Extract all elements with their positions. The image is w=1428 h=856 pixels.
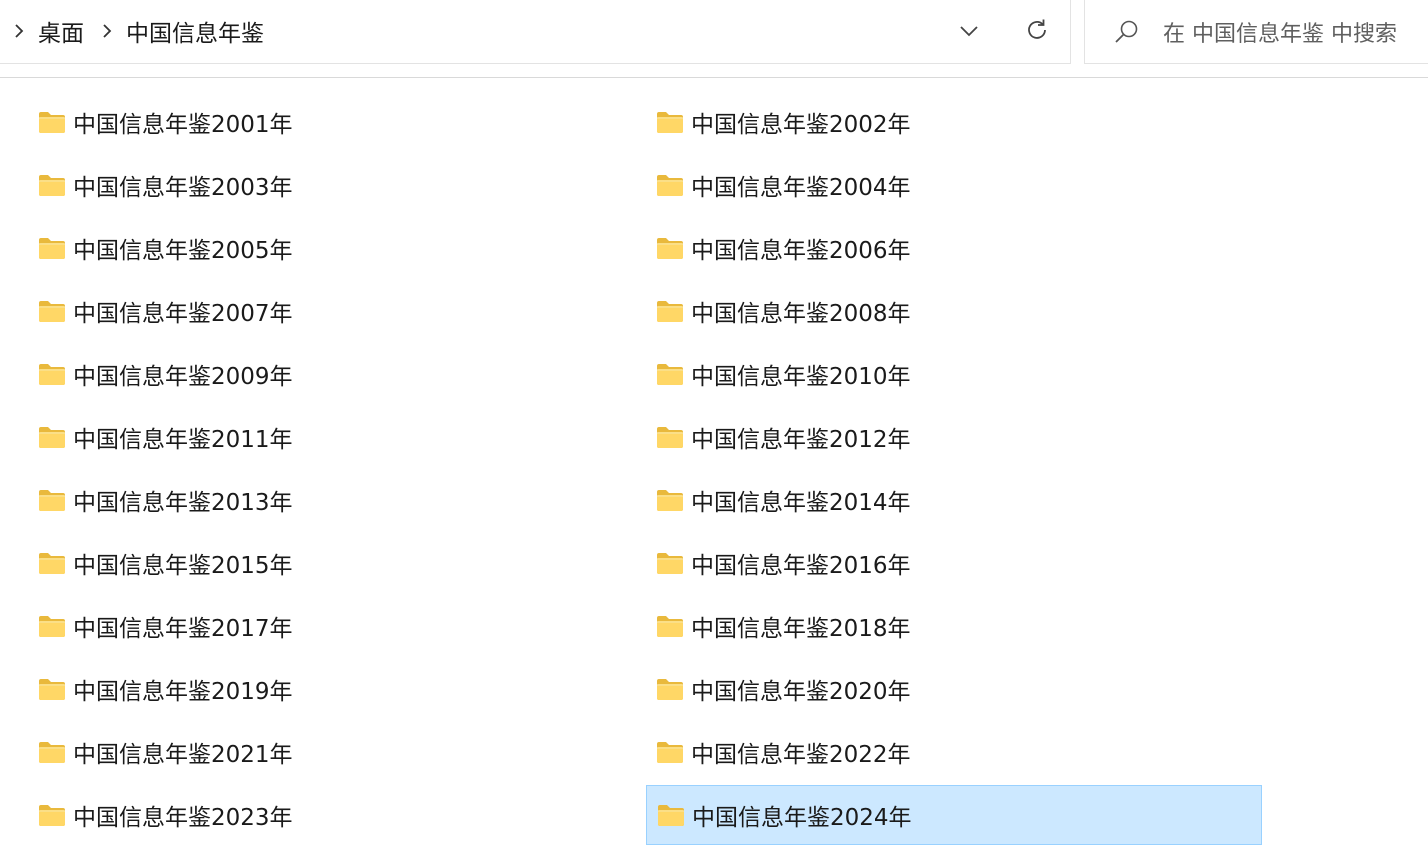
folder-icon — [37, 487, 67, 513]
folder-item[interactable]: 中国信息年鉴2001年 — [34, 92, 650, 152]
folder-item[interactable]: 中国信息年鉴2005年 — [34, 218, 650, 278]
folder-name: 中国信息年鉴2009年 — [73, 364, 293, 390]
folder-name: 中国信息年鉴2006年 — [691, 238, 911, 264]
folder-icon — [37, 613, 67, 639]
folder-icon — [655, 298, 685, 324]
folder-item[interactable]: 中国信息年鉴2007年 — [34, 281, 650, 341]
folder-icon — [37, 298, 67, 324]
folder-name: 中国信息年鉴2024年 — [692, 805, 912, 831]
folder-name: 中国信息年鉴2023年 — [73, 805, 293, 831]
folder-item[interactable]: 中国信息年鉴2016年 — [646, 533, 1262, 593]
folder-name: 中国信息年鉴2010年 — [691, 364, 911, 390]
folder-item[interactable]: 中国信息年鉴2020年 — [646, 659, 1262, 719]
toolbar-divider — [0, 77, 1428, 78]
folder-item[interactable]: 中国信息年鉴2019年 — [34, 659, 650, 719]
folder-item[interactable]: 中国信息年鉴2012年 — [646, 407, 1262, 467]
folder-name: 中国信息年鉴2003年 — [73, 175, 293, 201]
folder-icon — [37, 172, 67, 198]
refresh-button[interactable] — [1019, 12, 1055, 48]
folder-icon — [655, 676, 685, 702]
folder-item[interactable]: 中国信息年鉴2023年 — [34, 785, 650, 845]
address-bar[interactable]: 桌面 中国信息年鉴 — [0, 0, 1071, 64]
folder-item[interactable]: 中国信息年鉴2006年 — [646, 218, 1262, 278]
folder-icon — [655, 424, 685, 450]
folder-item[interactable]: 中国信息年鉴2008年 — [646, 281, 1262, 341]
folder-icon — [655, 487, 685, 513]
folder-item[interactable]: 中国信息年鉴2022年 — [646, 722, 1262, 782]
folder-item[interactable]: 中国信息年鉴2024年 — [646, 785, 1262, 845]
address-history-dropdown-button[interactable] — [952, 14, 986, 48]
folder-item[interactable]: 中国信息年鉴2013年 — [34, 470, 650, 530]
folder-icon — [37, 550, 67, 576]
folder-item[interactable]: 中国信息年鉴2017年 — [34, 596, 650, 656]
chevron-right-icon[interactable] — [10, 19, 28, 43]
folder-item[interactable]: 中国信息年鉴2011年 — [34, 407, 650, 467]
folder-item[interactable]: 中国信息年鉴2018年 — [646, 596, 1262, 656]
folder-item[interactable]: 中国信息年鉴2015年 — [34, 533, 650, 593]
toolbar: 桌面 中国信息年鉴 在 中国信息年鉴 中搜索 — [0, 0, 1428, 64]
folder-name: 中国信息年鉴2015年 — [73, 553, 293, 579]
folder-name: 中国信息年鉴2001年 — [73, 112, 293, 138]
folder-icon — [655, 739, 685, 765]
folder-name: 中国信息年鉴2021年 — [73, 742, 293, 768]
folder-name: 中国信息年鉴2016年 — [691, 553, 911, 579]
folder-name: 中国信息年鉴2005年 — [73, 238, 293, 264]
folder-item[interactable]: 中国信息年鉴2014年 — [646, 470, 1262, 530]
folder-icon — [655, 172, 685, 198]
folder-name: 中国信息年鉴2020年 — [691, 679, 911, 705]
folder-item[interactable]: 中国信息年鉴2021年 — [34, 722, 650, 782]
folder-icon — [655, 613, 685, 639]
chevron-right-icon[interactable] — [98, 19, 116, 43]
folder-icon — [37, 361, 67, 387]
folder-name: 中国信息年鉴2017年 — [73, 616, 293, 642]
folder-icon — [655, 109, 685, 135]
folder-name: 中国信息年鉴2004年 — [691, 175, 911, 201]
folder-item[interactable]: 中国信息年鉴2004年 — [646, 155, 1262, 215]
breadcrumb-item-desktop[interactable]: 桌面 — [38, 14, 84, 48]
folder-item[interactable]: 中国信息年鉴2002年 — [646, 92, 1262, 152]
folder-item[interactable]: 中国信息年鉴2009年 — [34, 344, 650, 404]
folder-icon — [655, 550, 685, 576]
folder-name: 中国信息年鉴2008年 — [691, 301, 911, 327]
folder-icon — [37, 676, 67, 702]
breadcrumb-item-current-folder[interactable]: 中国信息年鉴 — [126, 14, 264, 48]
folder-item[interactable]: 中国信息年鉴2003年 — [34, 155, 650, 215]
search-icon — [1111, 17, 1141, 47]
folder-icon — [37, 109, 67, 135]
folder-name: 中国信息年鉴2012年 — [691, 427, 911, 453]
folder-name: 中国信息年鉴2007年 — [73, 301, 293, 327]
chevron-down-icon — [960, 26, 978, 37]
folder-name: 中国信息年鉴2011年 — [73, 427, 293, 453]
search-input[interactable]: 在 中国信息年鉴 中搜索 — [1084, 0, 1428, 64]
folder-name: 中国信息年鉴2002年 — [691, 112, 911, 138]
folder-name: 中国信息年鉴2014年 — [691, 490, 911, 516]
folder-icon — [37, 424, 67, 450]
folder-name: 中国信息年鉴2019年 — [73, 679, 293, 705]
folder-item[interactable]: 中国信息年鉴2010年 — [646, 344, 1262, 404]
folder-icon — [655, 235, 685, 261]
folder-icon — [37, 235, 67, 261]
folder-icon — [37, 802, 67, 828]
folder-name: 中国信息年鉴2022年 — [691, 742, 911, 768]
breadcrumb: 桌面 中国信息年鉴 — [10, 0, 278, 62]
folder-name: 中国信息年鉴2013年 — [73, 490, 293, 516]
folder-icon — [37, 739, 67, 765]
refresh-icon — [1028, 19, 1046, 39]
folder-icon — [655, 361, 685, 387]
folder-name: 中国信息年鉴2018年 — [691, 616, 911, 642]
folder-icon — [656, 802, 686, 828]
search-placeholder: 在 中国信息年鉴 中搜索 — [1163, 21, 1397, 47]
